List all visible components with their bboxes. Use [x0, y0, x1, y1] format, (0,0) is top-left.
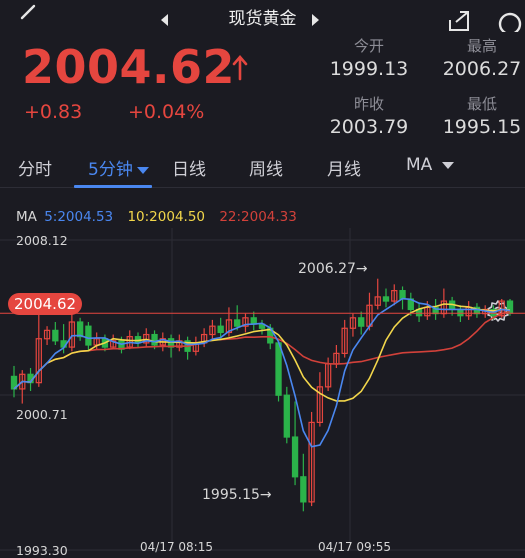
prev-close-label: 昨收 — [353, 95, 384, 113]
high-value: 2006.27 — [442, 58, 522, 80]
open-label: 今开 — [353, 37, 384, 55]
tab-indicator-label: MA — [406, 155, 433, 175]
share-icon[interactable] — [446, 10, 472, 32]
candle-body — [151, 333, 158, 346]
candle-body — [457, 308, 464, 317]
tab-timeshare[interactable]: 分时 — [18, 155, 52, 180]
ma10-legend: 10:2004.50 — [127, 209, 206, 225]
candle-body — [382, 296, 390, 302]
price-change: +0.83 — [24, 101, 83, 123]
ma-legend-title: MA — [16, 209, 37, 225]
y-axis-mid-label: 2000.71 — [16, 407, 68, 422]
tab-monthly[interactable]: 月线 — [327, 155, 361, 180]
tab-daily[interactable]: 日线 — [172, 155, 206, 180]
y-axis-top-label: 2008.12 — [16, 233, 68, 248]
dropdown-arrow-icon — [136, 166, 149, 174]
candle-body — [217, 325, 224, 334]
period-tabs: 分时 5分钟 日线 周线 月线 MA — [0, 145, 525, 322]
dropdown-arrow-icon — [442, 161, 455, 169]
open-value: 1999.13 — [329, 58, 409, 80]
ma5-legend: 5:2004.53 — [44, 209, 114, 225]
price-change-percent: +0.04% — [128, 101, 205, 123]
candle-body — [52, 329, 59, 342]
y-axis-bottom-label: 1993.30 — [16, 543, 68, 558]
tab-indicator[interactable]: MA — [406, 155, 455, 175]
arrow-up-icon — [232, 55, 248, 81]
candle-body — [234, 319, 241, 327]
low-annotation: 1995.15→ — [202, 487, 272, 503]
current-price-badge: 2004.62 — [8, 293, 83, 315]
candle-body — [358, 317, 365, 327]
candle-body — [283, 394, 290, 438]
candle-body — [275, 342, 282, 396]
candle-body — [300, 476, 307, 503]
low-value: 1995.15 — [442, 116, 522, 138]
candle-body — [291, 436, 299, 478]
tab-5min-label: 5分钟 — [88, 160, 133, 180]
tab-weekly[interactable]: 周线 — [249, 155, 283, 180]
time-label-2: 04/17 09:55 — [318, 540, 391, 554]
search-icon[interactable] — [496, 10, 522, 32]
top-bar: 现货黄金 — [0, 0, 525, 32]
current-price: 2004.62 — [22, 40, 236, 94]
tab-5min[interactable]: 5分钟 — [88, 155, 149, 180]
ma-legend: MA 5:2004.53 10:2004.50 22:2004.33 — [16, 209, 297, 225]
candlestick-chart[interactable] — [0, 228, 525, 558]
candle-body — [399, 290, 406, 300]
high-annotation: 2006.27→ — [298, 261, 368, 277]
candle-body — [76, 321, 84, 338]
active-tab-underline — [74, 185, 152, 188]
next-icon[interactable] — [310, 14, 320, 26]
candle-body — [85, 325, 92, 346]
low-label: 最低 — [466, 95, 497, 113]
high-label: 最高 — [466, 37, 497, 55]
time-label-1: 04/17 08:15 — [140, 540, 213, 554]
ma22-legend: 22:2004.33 — [219, 209, 297, 225]
prev-close-value: 2003.79 — [329, 116, 409, 138]
